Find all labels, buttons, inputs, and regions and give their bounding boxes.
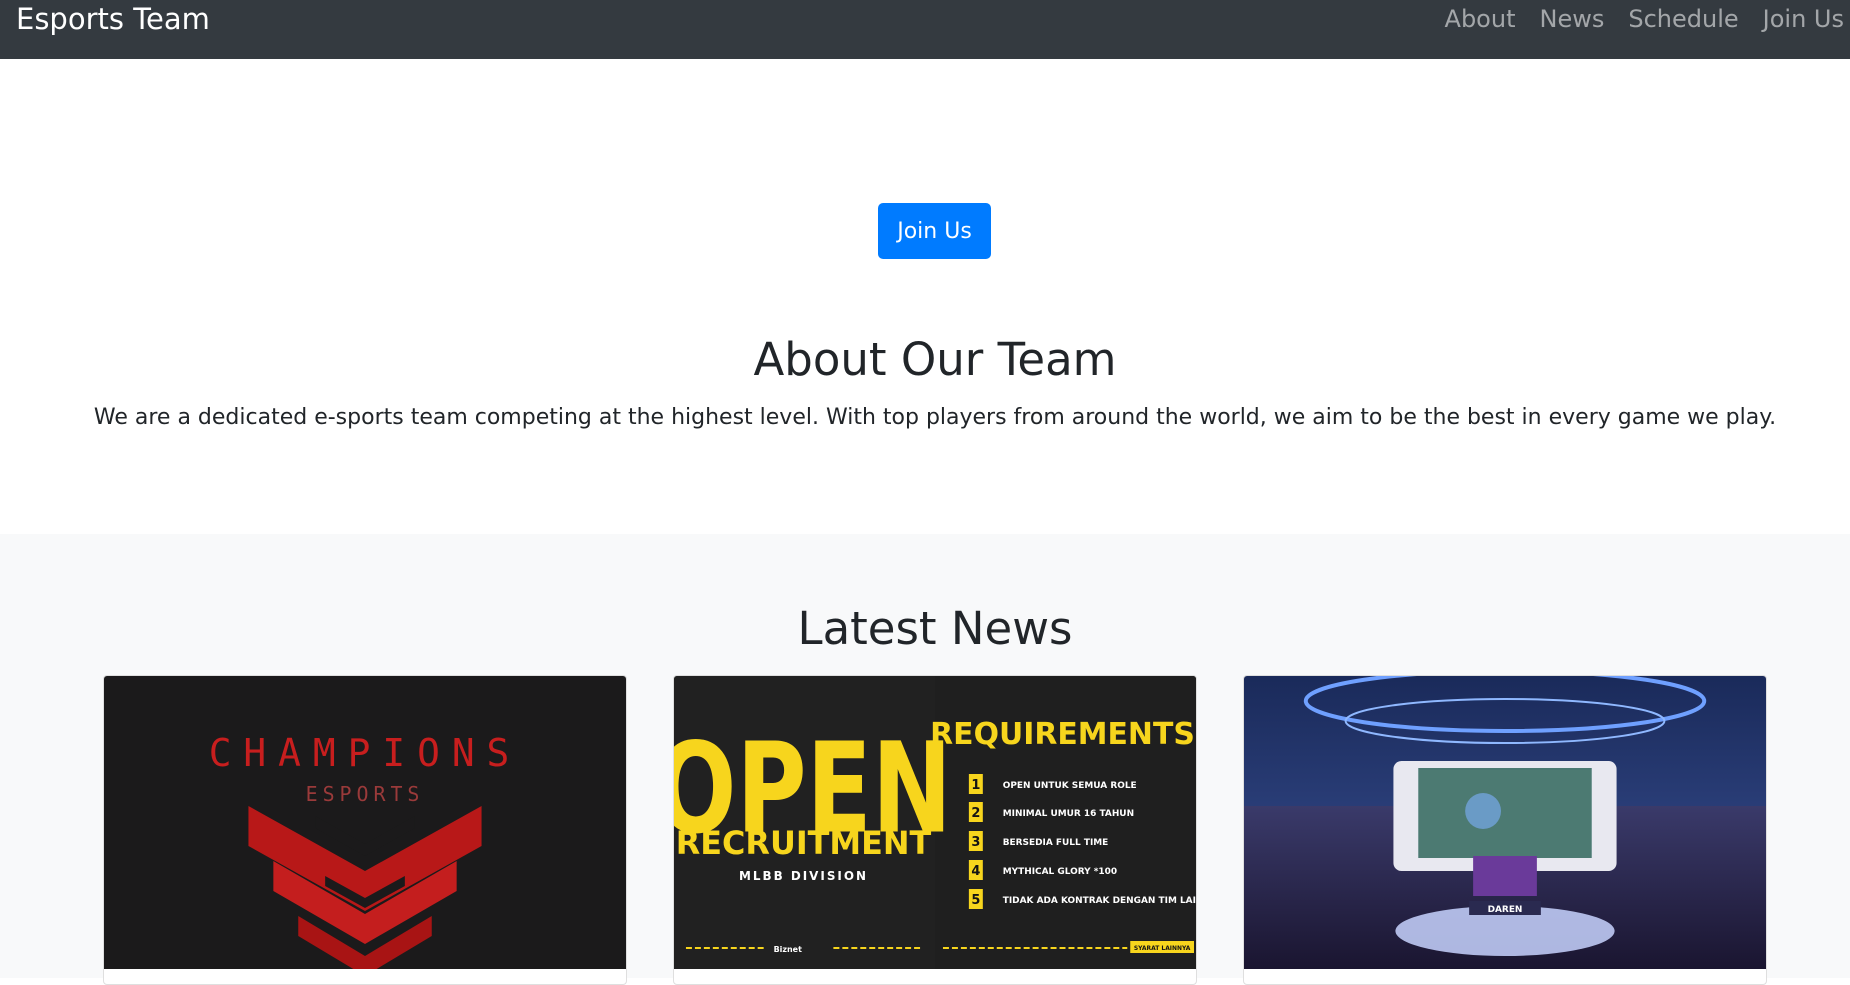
recruitment-poster-graphic: OPEN RECRUITMENT MLBB DIVISION REQUIREME… (674, 676, 1196, 969)
join-us-button[interactable]: Join Us (878, 203, 991, 259)
svg-text:TIDAK ADA KONTRAK DENGAN TIM L: TIDAK ADA KONTRAK DENGAN TIM LAIN (1003, 896, 1196, 906)
svg-text:3: 3 (971, 835, 980, 850)
footer-right-text: SYARAT LAINNYA (1134, 945, 1191, 952)
sponsor-text: Biznet (774, 945, 802, 954)
champions-image[interactable]: CHAMPIONS ESPORTS (104, 676, 626, 969)
news-card-champions[interactable]: CHAMPIONS ESPORTS (103, 675, 627, 985)
nav-links: About News Schedule Join Us (1421, 5, 1844, 33)
svg-text:OPEN UNTUK SEMUA ROLE: OPEN UNTUK SEMUA ROLE (1003, 781, 1137, 791)
svg-text:5: 5 (971, 893, 980, 908)
navbar: Esports Team About News Schedule Join Us (0, 0, 1850, 59)
nav-link-news[interactable]: News (1540, 5, 1605, 33)
navbar-brand[interactable]: Esports Team (16, 2, 210, 36)
news-title: Latest News (797, 602, 1073, 655)
champions-subtitle: ESPORTS (306, 782, 425, 806)
svg-text:1: 1 (971, 778, 980, 793)
svg-text:4: 4 (971, 864, 980, 879)
hero-section: Join Us About Our Team We are a dedicate… (0, 59, 1850, 534)
division-text: MLBB DIVISION (739, 869, 868, 883)
about-text: We are a dedicated e-sports team competi… (93, 405, 1777, 430)
svg-text:2: 2 (971, 806, 980, 821)
news-card-recruitment[interactable]: OPEN RECRUITMENT MLBB DIVISION REQUIREME… (673, 675, 1197, 985)
requirements-title: REQUIREMENTS (930, 717, 1195, 752)
news-section: Latest News CHAMPIONS ESPORTS OPEN RECRU… (0, 534, 1850, 985)
arena-image[interactable]: DAREN (1244, 676, 1766, 969)
arena-photo-graphic: DAREN (1244, 676, 1766, 969)
nav-link-about[interactable]: About (1445, 5, 1516, 33)
news-card-arena[interactable]: DAREN (1243, 675, 1767, 985)
recruitment-text: RECRUITMENT (676, 824, 932, 862)
champions-title: CHAMPIONS (209, 731, 522, 775)
svg-text:BERSEDIA FULL TIME: BERSEDIA FULL TIME (1003, 838, 1109, 848)
recruitment-image[interactable]: OPEN RECRUITMENT MLBB DIVISION REQUIREME… (674, 676, 1196, 969)
nav-link-schedule[interactable]: Schedule (1628, 5, 1738, 33)
svg-text:MINIMAL UMUR 16 TAHUN: MINIMAL UMUR 16 TAHUN (1003, 809, 1134, 819)
nav-link-join-us[interactable]: Join Us (1763, 5, 1844, 33)
about-title: About Our Team (753, 333, 1117, 386)
champions-logo-graphic: CHAMPIONS ESPORTS (104, 676, 626, 969)
arena-stage-label: DAREN (1488, 905, 1523, 915)
svg-text:MYTHICAL GLORY *100: MYTHICAL GLORY *100 (1003, 867, 1117, 877)
